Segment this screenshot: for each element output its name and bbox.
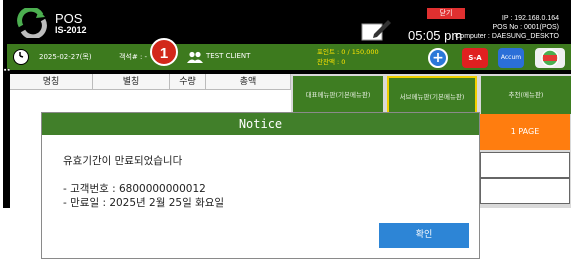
points-value: 포인트 : 0 / 150,000: [317, 48, 379, 56]
grid-toggle-icon[interactable]: [4, 67, 12, 73]
top-bar: POS IS-2012 05:05 pm 닫기 IP : 192.168.0.1…: [3, 2, 571, 44]
money-icon: [541, 49, 559, 67]
page-button[interactable]: 1 PAGE: [480, 114, 570, 150]
client-name[interactable]: TEST CLIENT: [206, 52, 250, 60]
callout-badge: 1: [150, 38, 178, 66]
computer-name: Computer : DAESUNG_DESKTO: [455, 33, 559, 40]
customer-number: - 고객번호 : 6800000000012: [63, 183, 206, 195]
expiry-date: - 만료일 : 2025년 2월 25일 화요일: [63, 197, 225, 209]
column-header-qty[interactable]: 수량: [170, 74, 206, 90]
balance-value: 잔잔액 : 0: [317, 58, 346, 66]
info-bar: 2025-02-27(목) 객석# : - TEST CLIENT 포인트 : …: [7, 44, 571, 70]
brand-model: IS-2012: [55, 25, 87, 35]
edit-icon[interactable]: [358, 18, 392, 42]
points-info: 포인트 : 0 / 150,000 잔잔액 : 0: [317, 47, 379, 67]
dialog-title: Notice: [42, 113, 479, 135]
menu-slot[interactable]: [480, 152, 570, 178]
clock-icon: [13, 49, 29, 65]
business-date: 2025-02-27(목): [39, 53, 92, 61]
logo-icon: [17, 8, 47, 38]
accum-button[interactable]: Accum: [498, 48, 524, 68]
clock: 05:05 pm: [408, 28, 463, 43]
tab-sub-menu[interactable]: 서브메뉴판(기본메뉴판): [387, 76, 477, 114]
dialog-message: 유효기간이 만료되었습니다: [63, 155, 183, 167]
tab-main-menu[interactable]: 대표메뉴판(기본메뉴판): [293, 76, 383, 114]
ip-address: IP : 192.168.0.164: [501, 15, 559, 22]
column-header-name[interactable]: 명칭: [10, 74, 93, 90]
brand: POS IS-2012: [55, 12, 87, 35]
users-icon: [187, 51, 203, 63]
plus-icon: +: [428, 48, 448, 68]
ok-button[interactable]: 확인: [379, 223, 469, 248]
brand-name: POS: [55, 11, 83, 26]
column-header-alias[interactable]: 별칭: [93, 74, 170, 90]
system-info: IP : 192.168.0.164 POS No : 0001(POS) Co…: [455, 14, 559, 41]
pos-number: POS No : 0001(POS): [492, 24, 559, 31]
menu-slot[interactable]: [480, 178, 570, 204]
notice-dialog: Notice 유효기간이 만료되었습니다 - 고객번호 : 6800000000…: [41, 112, 480, 259]
column-header-total[interactable]: 총액: [206, 74, 291, 90]
sa-button[interactable]: S-A: [462, 48, 488, 68]
add-button[interactable]: +: [427, 48, 451, 68]
tab-recommend[interactable]: 추천(메뉴판): [481, 76, 571, 114]
money-button[interactable]: [535, 48, 565, 68]
guest-count: 객석# : -: [119, 53, 148, 61]
